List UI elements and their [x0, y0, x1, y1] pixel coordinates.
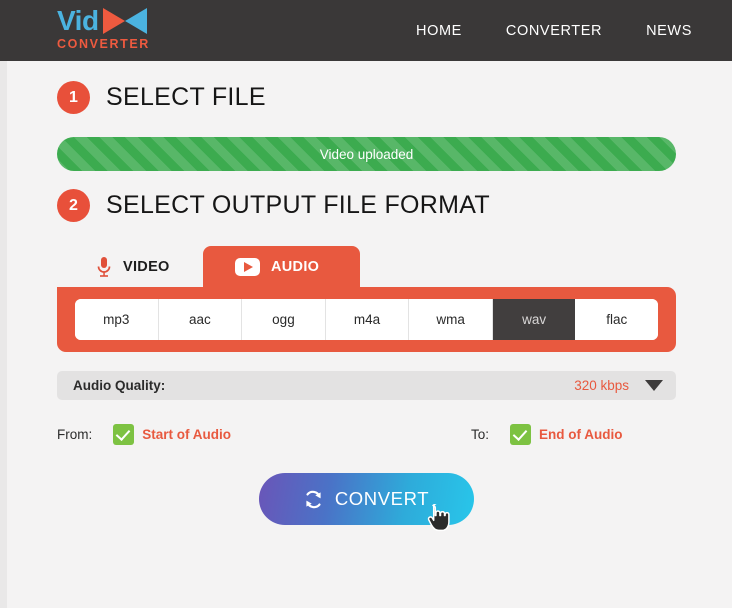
- format-button-aac[interactable]: aac: [158, 299, 243, 340]
- format-type-tabs: VIDEO AUDIO: [57, 246, 676, 287]
- format-button-mp3[interactable]: mp3: [75, 299, 159, 340]
- trim-to-caption: To:: [471, 427, 490, 442]
- logo-text-vid: Vid: [57, 4, 99, 36]
- audio-quality-value: 320 kbps: [574, 378, 629, 393]
- step-1-header: 1 SELECT FILE: [57, 81, 732, 114]
- tab-audio-label: AUDIO: [271, 258, 320, 275]
- trim-from-value[interactable]: Start of Audio: [142, 427, 231, 442]
- format-button-m4a[interactable]: m4a: [325, 299, 410, 340]
- microphone-icon: [96, 256, 112, 278]
- tab-video-label: VIDEO: [123, 259, 170, 275]
- nav-item-home[interactable]: HOME: [394, 23, 484, 39]
- trim-from-checkbox[interactable]: [113, 424, 135, 445]
- nav-item-converter[interactable]: CONVERTER: [484, 23, 624, 39]
- trim-to-group: To: End of Audio: [471, 424, 623, 445]
- tab-audio[interactable]: AUDIO: [203, 246, 360, 287]
- trim-from-caption: From:: [57, 427, 93, 442]
- step-1-badge: 1: [57, 81, 90, 114]
- convert-button-label: CONVERT: [334, 488, 430, 509]
- play-button-icon: [235, 257, 260, 276]
- convert-button[interactable]: CONVERT: [258, 473, 474, 525]
- format-panel: mp3 aac ogg m4a wma wav flac: [57, 287, 676, 352]
- main-content: 1 SELECT FILE Video uploaded 2 SELECT OU…: [0, 81, 732, 532]
- trim-to-value[interactable]: End of Audio: [539, 427, 622, 442]
- format-button-ogg[interactable]: ogg: [242, 299, 326, 340]
- step-1-title: SELECT FILE: [106, 83, 266, 111]
- step-2-header: 2 SELECT OUTPUT FILE FORMAT: [57, 189, 732, 222]
- upload-progress-bar: Video uploaded: [57, 137, 676, 171]
- trim-range-row: From: Start of Audio To: End of Audio: [57, 424, 676, 445]
- format-button-flac[interactable]: flac: [575, 299, 658, 340]
- format-button-group: mp3 aac ogg m4a wma wav flac: [75, 299, 658, 340]
- trim-to-checkbox[interactable]: [510, 424, 532, 445]
- nav-item-news[interactable]: NEWS: [624, 23, 714, 39]
- chevron-down-icon[interactable]: [645, 380, 663, 391]
- logo-text-converter: CONVERTER: [57, 37, 150, 51]
- audio-quality-label: Audio Quality:: [73, 378, 166, 393]
- top-navigation-bar: Vid CONVERTER HOME CONVERTER NEWS: [0, 0, 732, 61]
- refresh-arrows-icon: [303, 489, 324, 510]
- format-button-wav[interactable]: wav: [492, 299, 576, 340]
- logo-main-row: Vid: [57, 5, 187, 36]
- site-logo[interactable]: Vid CONVERTER: [57, 5, 187, 57]
- audio-quality-dropdown[interactable]: Audio Quality: 320 kbps: [57, 371, 676, 400]
- trim-from-group: From: Start of Audio: [57, 424, 231, 445]
- bowtie-play-icon: [102, 7, 147, 34]
- step-2-badge: 2: [57, 189, 90, 222]
- tab-video[interactable]: VIDEO: [67, 247, 207, 287]
- upload-status-text: Video uploaded: [319, 146, 414, 162]
- convert-button-area: CONVERT: [0, 473, 732, 532]
- format-button-wma[interactable]: wma: [409, 299, 493, 340]
- step-2-title: SELECT OUTPUT FILE FORMAT: [106, 191, 490, 219]
- nav-links: HOME CONVERTER NEWS: [394, 23, 714, 39]
